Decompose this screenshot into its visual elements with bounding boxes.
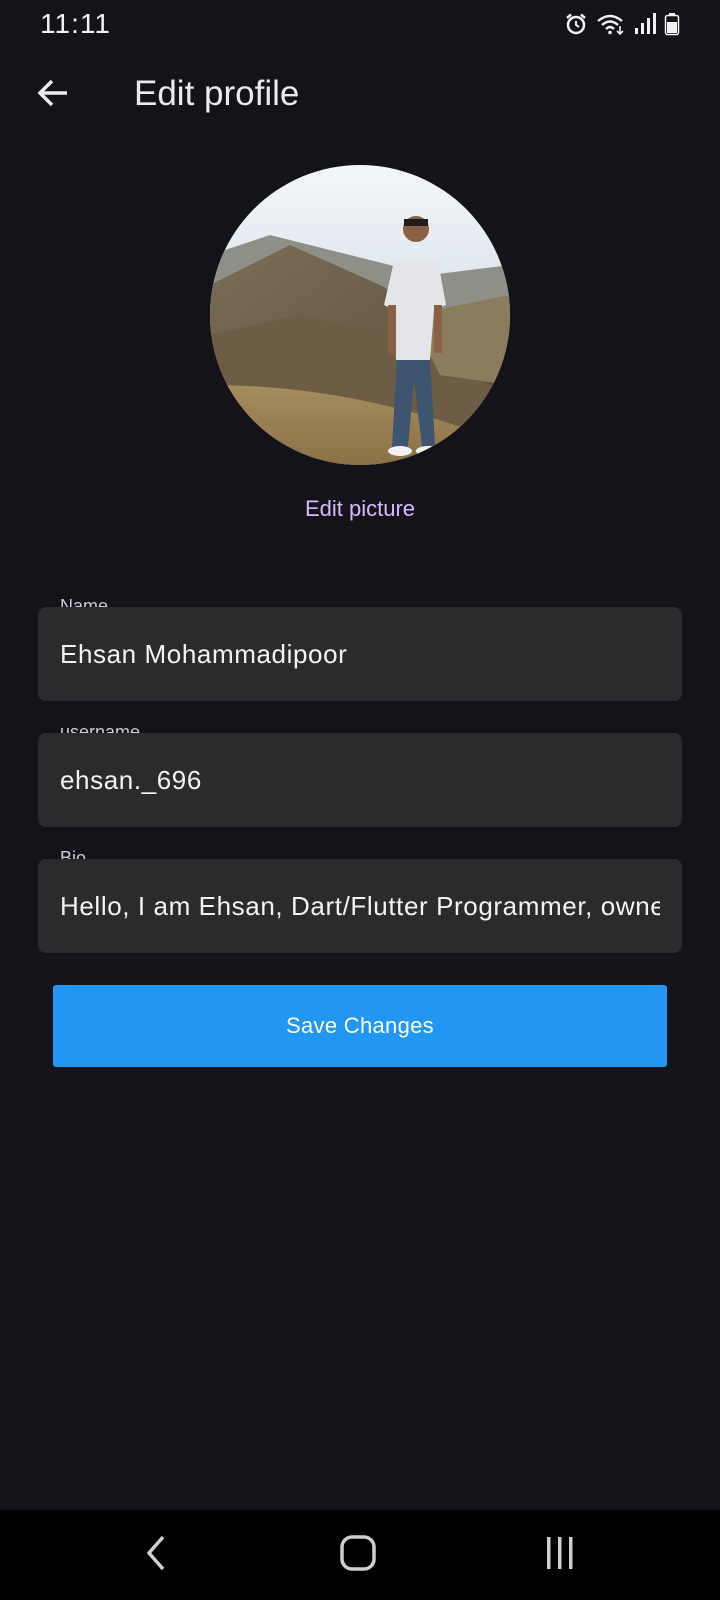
nav-back-button[interactable] — [126, 1532, 186, 1578]
arrow-back-icon — [35, 75, 71, 116]
wifi-icon — [596, 12, 626, 36]
back-button[interactable] — [28, 70, 78, 120]
bio-field[interactable]: Hello, I am Ehsan, Dart/Flutter Programm… — [38, 859, 682, 953]
recents-nav-icon — [540, 1533, 580, 1578]
status-time: 11:11 — [40, 8, 111, 39]
edit-picture-link[interactable]: Edit picture — [0, 496, 720, 522]
signal-icon — [634, 12, 656, 36]
system-nav-bar — [0, 1510, 720, 1600]
nav-recents-button[interactable] — [530, 1532, 590, 1578]
bio-field-value[interactable]: Hello, I am Ehsan, Dart/Flutter Programm… — [60, 891, 660, 922]
avatar[interactable] — [210, 165, 510, 465]
save-changes-button[interactable]: Save Changes — [53, 985, 667, 1067]
page-title: Edit profile — [134, 74, 300, 113]
username-field-value[interactable]: ehsan._696 — [60, 765, 660, 796]
battery-icon — [664, 12, 680, 36]
username-field[interactable]: ehsan._696 — [38, 733, 682, 827]
app-bar: Edit profile — [0, 56, 720, 140]
nav-home-button[interactable] — [328, 1532, 388, 1578]
back-nav-icon — [141, 1533, 171, 1578]
name-field[interactable]: Ehsan Mohammadipoor — [38, 607, 682, 701]
status-icons — [564, 12, 680, 36]
home-nav-icon — [338, 1533, 378, 1578]
name-field-value[interactable]: Ehsan Mohammadipoor — [60, 639, 660, 670]
alarm-icon — [564, 12, 588, 36]
status-bar: 11:11 — [0, 0, 720, 56]
